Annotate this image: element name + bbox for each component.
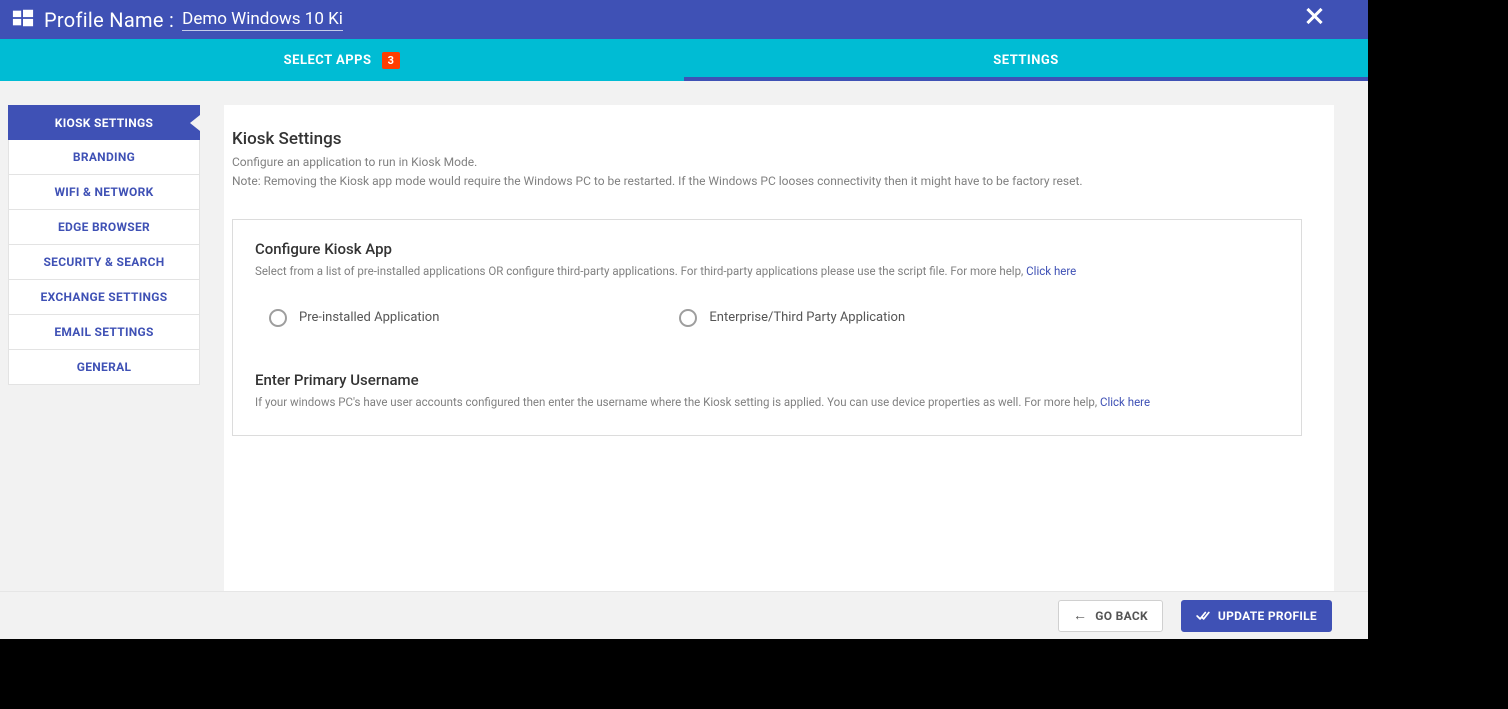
tab-strip: SELECT APPS 3 SETTINGS bbox=[0, 39, 1368, 81]
configure-help-text: Select from a list of pre-installed appl… bbox=[255, 264, 1026, 278]
check-all-icon bbox=[1196, 609, 1210, 623]
go-back-button[interactable]: ← GO BACK bbox=[1058, 600, 1163, 632]
windows-icon bbox=[12, 7, 34, 29]
tab-settings-label: SETTINGS bbox=[993, 53, 1059, 68]
page-note: Note: Removing the Kiosk app mode would … bbox=[232, 172, 1302, 191]
username-click-here-link[interactable]: Click here bbox=[1100, 395, 1150, 409]
radio-enterprise[interactable]: Enterprise/Third Party Application bbox=[679, 309, 905, 327]
page-subtitle: Configure an application to run in Kiosk… bbox=[232, 153, 1302, 172]
tab-select-apps-label: SELECT APPS bbox=[284, 53, 372, 68]
tab-select-apps[interactable]: SELECT APPS 3 bbox=[0, 39, 684, 81]
configure-panel: Configure Kiosk App Select from a list o… bbox=[232, 219, 1302, 436]
username-help-text: If your windows PC's have user accounts … bbox=[255, 395, 1100, 409]
sidebar-item-security-search[interactable]: SECURITY & SEARCH bbox=[8, 245, 200, 280]
sidebar-item-edge-browser[interactable]: EDGE BROWSER bbox=[8, 210, 200, 245]
header-bar: Profile Name : Demo Windows 10 Ki bbox=[0, 0, 1368, 39]
configure-click-here-link[interactable]: Click here bbox=[1026, 264, 1076, 278]
profile-name-label: Profile Name : bbox=[44, 8, 174, 32]
main-panel: Kiosk Settings Configure an application … bbox=[224, 105, 1334, 591]
sidebar-item-email-settings[interactable]: EMAIL SETTINGS bbox=[8, 315, 200, 350]
select-apps-badge: 3 bbox=[382, 52, 401, 69]
footer-bar: ← GO BACK UPDATE PROFILE bbox=[0, 591, 1368, 639]
sidebar-item-wifi-network[interactable]: WIFI & NETWORK bbox=[8, 175, 200, 210]
sidebar-item-kiosk-settings[interactable]: KIOSK SETTINGS bbox=[8, 105, 200, 140]
page-title: Kiosk Settings bbox=[232, 129, 1302, 149]
update-profile-label: UPDATE PROFILE bbox=[1218, 609, 1317, 623]
sidebar-item-general[interactable]: GENERAL bbox=[8, 350, 200, 385]
update-profile-button[interactable]: UPDATE PROFILE bbox=[1181, 600, 1332, 632]
radio-enterprise-label: Enterprise/Third Party Application bbox=[709, 310, 905, 325]
close-icon[interactable] bbox=[1302, 4, 1326, 28]
app-window: Profile Name : Demo Windows 10 Ki SELECT… bbox=[0, 0, 1368, 639]
sidebar-item-branding[interactable]: BRANDING bbox=[8, 140, 200, 175]
go-back-label: GO BACK bbox=[1095, 609, 1148, 623]
profile-name-input[interactable]: Demo Windows 10 Ki bbox=[182, 9, 343, 31]
radio-circle-icon bbox=[269, 309, 287, 327]
sidebar-item-exchange-settings[interactable]: EXCHANGE SETTINGS bbox=[8, 280, 200, 315]
radio-circle-icon bbox=[679, 309, 697, 327]
radio-preinstalled-label: Pre-installed Application bbox=[299, 310, 439, 325]
content-area: KIOSK SETTINGS BRANDING WIFI & NETWORK E… bbox=[0, 81, 1368, 591]
configure-help: Select from a list of pre-installed appl… bbox=[255, 262, 1279, 280]
sidebar: KIOSK SETTINGS BRANDING WIFI & NETWORK E… bbox=[8, 105, 200, 591]
radio-preinstalled[interactable]: Pre-installed Application bbox=[269, 309, 439, 327]
configure-title: Configure Kiosk App bbox=[255, 240, 1279, 258]
username-title: Enter Primary Username bbox=[255, 371, 1279, 389]
radio-group: Pre-installed Application Enterprise/Thi… bbox=[269, 309, 1279, 327]
arrow-left-icon: ← bbox=[1073, 609, 1087, 623]
username-help: If your windows PC's have user accounts … bbox=[255, 393, 1279, 411]
tab-settings[interactable]: SETTINGS bbox=[684, 39, 1368, 81]
